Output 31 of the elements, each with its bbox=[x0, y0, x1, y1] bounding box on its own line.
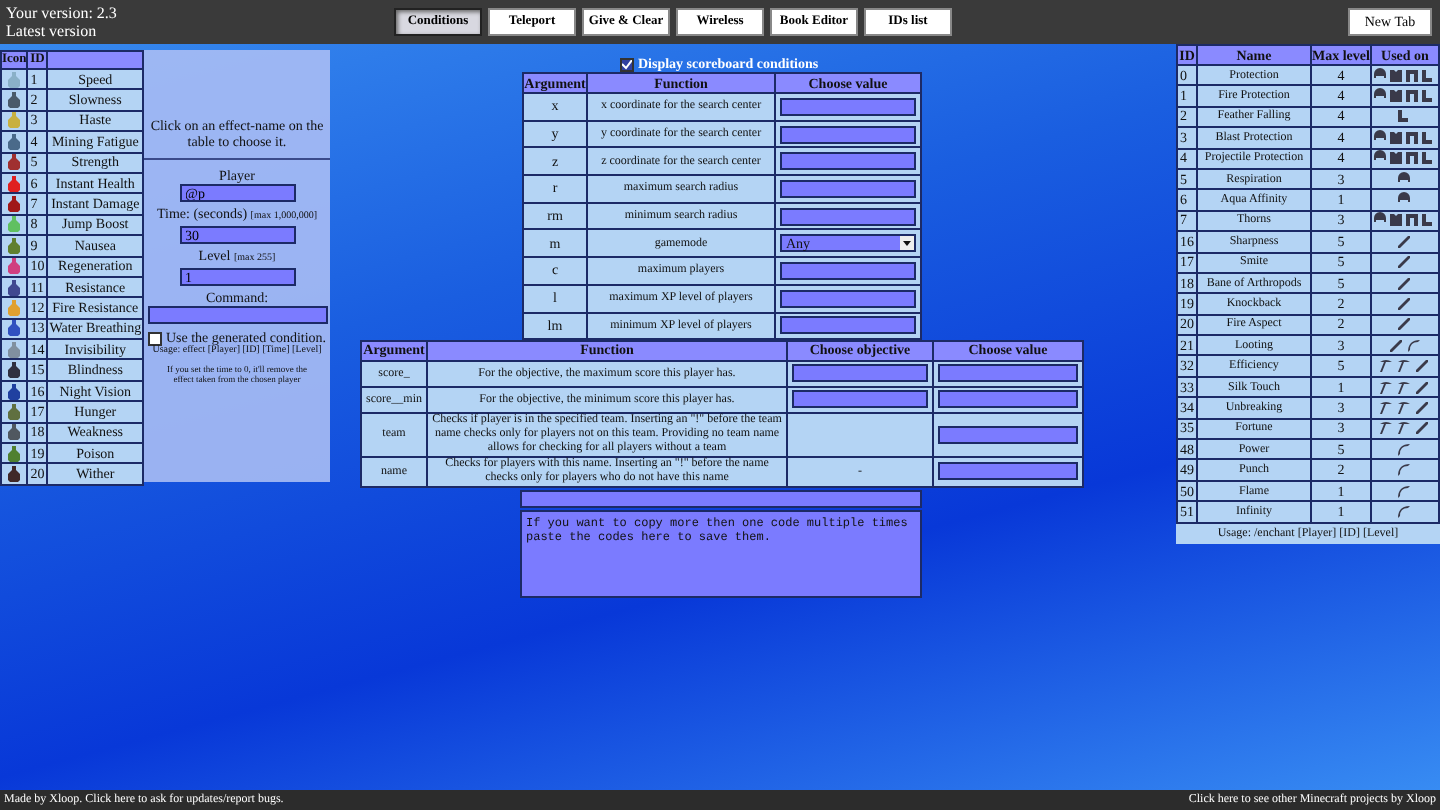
value-field[interactable] bbox=[780, 316, 916, 335]
condition-checkbox[interactable] bbox=[147, 331, 162, 345]
version-text: Your version: 2.3 bbox=[6, 4, 119, 22]
value-field[interactable] bbox=[938, 390, 1078, 409]
value-field[interactable] bbox=[780, 97, 916, 116]
latest-version-text: Latest version bbox=[6, 22, 99, 40]
armor-set-drawing bbox=[1372, 67, 1437, 84]
value-field[interactable] bbox=[780, 289, 916, 308]
objective-field[interactable] bbox=[792, 364, 928, 383]
armor-set-drawing bbox=[1372, 88, 1437, 105]
value-field[interactable] bbox=[780, 207, 916, 226]
value-field[interactable] bbox=[938, 462, 1078, 481]
armor-set-drawing bbox=[1372, 150, 1437, 167]
value-field[interactable] bbox=[780, 179, 916, 198]
scoreboard-checkbox[interactable] bbox=[620, 57, 634, 71]
tools-drawing bbox=[1378, 379, 1431, 396]
value-field[interactable] bbox=[938, 425, 1078, 444]
tools-drawing bbox=[1378, 420, 1431, 437]
value-field[interactable] bbox=[780, 152, 916, 171]
output-field[interactable] bbox=[520, 490, 922, 509]
armor-set-drawing bbox=[1372, 212, 1437, 229]
value-field[interactable] bbox=[780, 125, 916, 144]
armor-set-drawing bbox=[1372, 129, 1437, 146]
tools-drawing bbox=[1378, 358, 1431, 375]
objective-field[interactable] bbox=[792, 390, 928, 409]
value-field[interactable] bbox=[938, 364, 1078, 383]
sword-and-bow-drawing bbox=[1387, 337, 1422, 354]
command-field[interactable] bbox=[147, 306, 327, 324]
tools-drawing bbox=[1378, 399, 1431, 416]
caret-icon bbox=[900, 236, 914, 251]
value-field[interactable] bbox=[780, 261, 916, 280]
